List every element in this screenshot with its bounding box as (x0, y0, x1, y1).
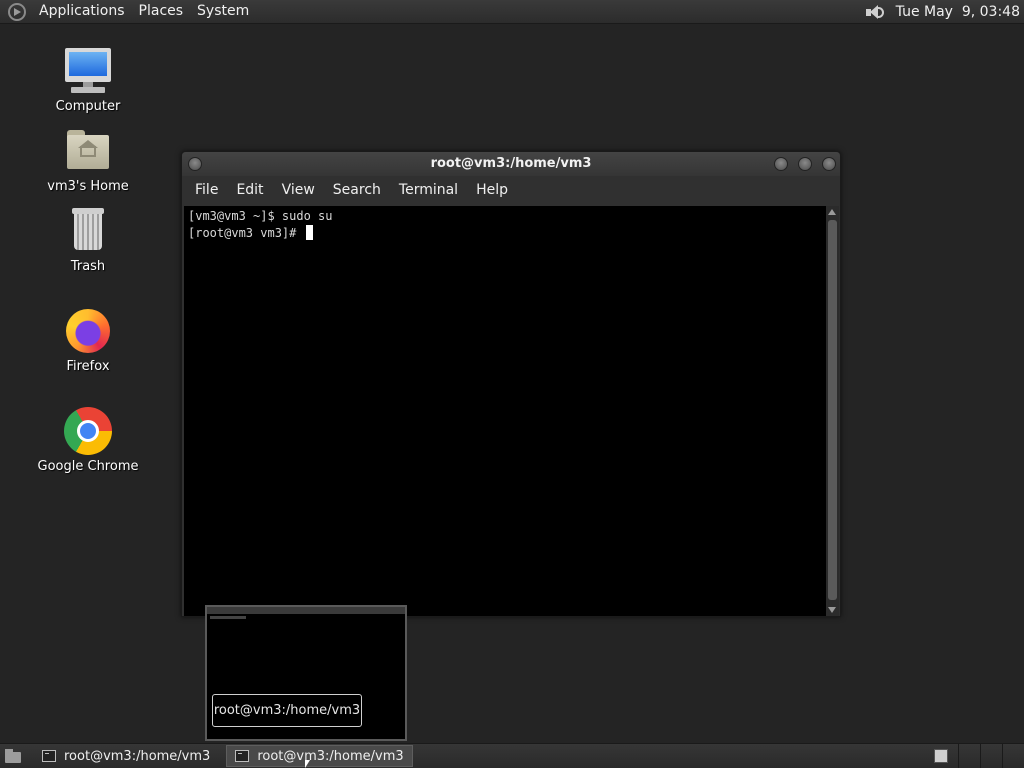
window-titlebar[interactable]: root@vm3:/home/vm3 (182, 152, 840, 176)
desktop-icon-home[interactable]: vm3's Home (28, 126, 148, 194)
taskbar-item-active[interactable]: root@vm3:/home/vm3 (226, 745, 413, 767)
minimize-button[interactable] (774, 157, 788, 171)
scroll-up-arrow-icon[interactable] (828, 209, 836, 215)
taskbar-item-label: root@vm3:/home/vm3 (257, 748, 404, 764)
mouse-pointer-icon (305, 760, 310, 768)
bottom-panel: root@vm3:/home/vm3 root@vm3:/home/vm3 (0, 743, 1024, 768)
workspace-1[interactable] (934, 749, 948, 763)
trash-icon (63, 206, 113, 256)
computer-icon (63, 46, 113, 96)
preview-thumbnail-menubar (207, 607, 405, 614)
maximize-button[interactable] (798, 157, 812, 171)
terminal-icon (42, 750, 56, 762)
top-menus: Applications Places System (0, 0, 256, 24)
show-desktop-icon[interactable] (2, 747, 24, 765)
menu-help[interactable]: Help (467, 182, 517, 198)
workspace-3[interactable] (980, 744, 1002, 768)
desktop-icon-firefox[interactable]: Firefox (28, 306, 148, 374)
chrome-icon (63, 406, 113, 456)
terminal-prompt-line: [root@vm3 vm3]# (188, 225, 822, 242)
desktop-icon-label: Computer (55, 99, 121, 114)
menu-view[interactable]: View (273, 182, 324, 198)
workspace-4[interactable] (1002, 744, 1024, 768)
desktop-icon-chrome[interactable]: Google Chrome (28, 406, 148, 474)
text-cursor (305, 225, 313, 240)
preview-label: root@vm3:/home/vm3 (212, 694, 362, 727)
close-button[interactable] (822, 157, 836, 171)
desktop-icon-trash[interactable]: Trash (28, 206, 148, 274)
desktop-icon-label: vm3's Home (47, 179, 129, 194)
workspace-switcher (932, 744, 1024, 768)
firefox-icon (63, 306, 113, 356)
system-menu[interactable]: System (190, 0, 256, 24)
top-panel: Applications Places System Tue May 9, 03… (0, 0, 1024, 24)
window-title: root@vm3:/home/vm3 (430, 156, 592, 171)
window-preview[interactable]: root@vm3:/home/vm3 (205, 605, 407, 741)
scroll-down-arrow-icon[interactable] (828, 607, 836, 613)
menu-edit[interactable]: Edit (227, 182, 272, 198)
taskbar-item[interactable]: root@vm3:/home/vm3 (34, 745, 218, 767)
desktop-icon-label: Google Chrome (37, 459, 139, 474)
menu-terminal[interactable]: Terminal (390, 182, 467, 198)
volume-icon[interactable] (864, 2, 886, 22)
menu-search[interactable]: Search (324, 182, 390, 198)
terminal-line: [vm3@vm3 ~]$ sudo su (188, 209, 333, 223)
applications-logo-icon[interactable] (8, 2, 26, 21)
desktop-icon-label: Trash (70, 259, 106, 274)
terminal-window[interactable]: root@vm3:/home/vm3 File Edit View Search… (181, 151, 841, 617)
clock[interactable]: Tue May 9, 03:48 (896, 4, 1024, 20)
places-menu[interactable]: Places (132, 0, 191, 24)
preview-thumbnail-text (210, 616, 246, 619)
terminal-icon (235, 750, 250, 762)
terminal-prompt: [root@vm3 vm3]# (188, 226, 304, 240)
desktop-icon-computer[interactable]: Computer (28, 46, 148, 114)
terminal-menubar: File Edit View Search Terminal Help (182, 178, 517, 202)
top-panel-tray: Tue May 9, 03:48 (864, 0, 1024, 24)
terminal-scrollbar[interactable] (826, 206, 839, 616)
menu-file[interactable]: File (186, 182, 227, 198)
terminal-output[interactable]: [vm3@vm3 ~]$ sudo su [root@vm3 vm3]# (184, 206, 826, 616)
taskbar-item-label: root@vm3:/home/vm3 (64, 748, 211, 764)
home-folder-icon (63, 126, 113, 176)
desktop-icon-label: Firefox (66, 359, 110, 374)
workspace-2[interactable] (958, 744, 980, 768)
scrollbar-thumb[interactable] (828, 220, 837, 600)
applications-menu[interactable]: Applications (32, 0, 132, 24)
